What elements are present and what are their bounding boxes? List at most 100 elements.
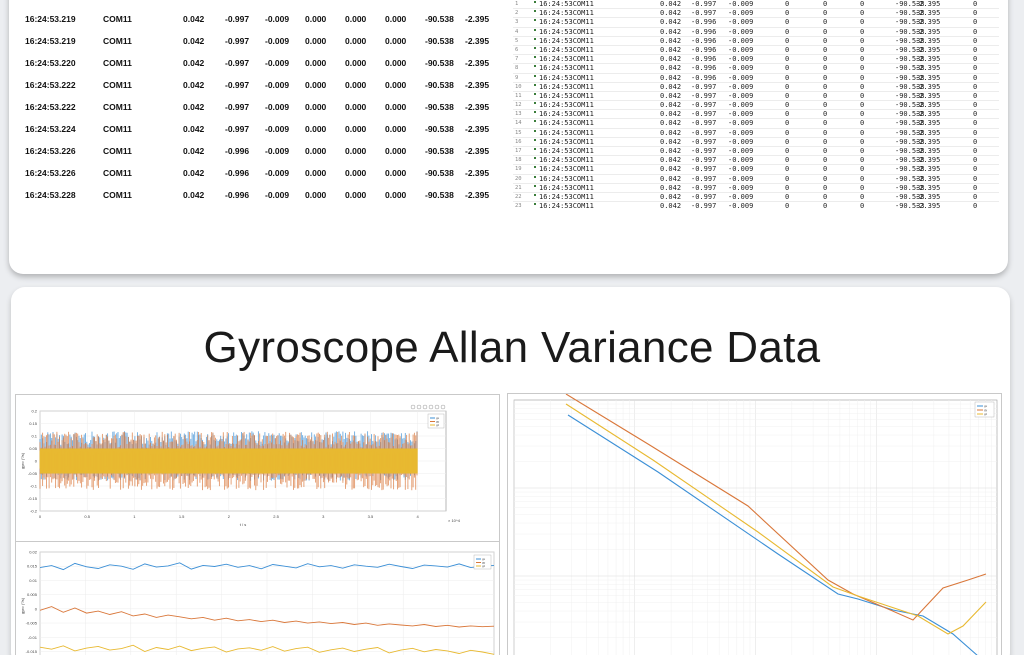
log-row: 16:24:53.226 COM11 0.042 -0.996 -0.009 0.000 0… (25, 162, 507, 184)
log-cell: 0.000 (305, 190, 327, 200)
sheet-cell: 16:24:53COM11 (539, 45, 594, 54)
sheet-cell: 0 (860, 18, 865, 27)
sheet-cell: 16:24:53COM11 (539, 101, 594, 110)
sheet-cell: -2.395 (915, 0, 941, 8)
legend: gxgygz (427, 413, 445, 429)
sheet-cell: 0.042 (660, 0, 682, 8)
sheet-cell: 0.042 (660, 36, 682, 45)
sheet-cell: -0.997 (691, 137, 717, 146)
log-cell: 0.000 (385, 36, 407, 46)
log-cell: COM11 (103, 146, 132, 156)
sheet-cell: -0.996 (691, 45, 717, 54)
sheet-cell: 0 (973, 73, 978, 82)
sheet-cell: 0 (823, 110, 828, 119)
log-cell: 0.000 (385, 0, 406, 2)
sheet-cell: -2.395 (915, 36, 941, 45)
y-tick-label: 0.15 (29, 421, 38, 426)
sheet-cell: 0.042 (660, 55, 682, 64)
log-cell: -90.538 (425, 168, 454, 178)
sheet-cell: -2.395 (915, 91, 941, 100)
sheet-cell: 0 (860, 174, 865, 183)
allan-deviation-chart: gxgygz (513, 394, 998, 655)
sheet-cell: 0 (860, 183, 865, 192)
log-cell: COM11 (103, 190, 132, 200)
x-axis-label: t / s (240, 522, 246, 527)
averaged-gyro-chart: 0.020.0150.010.0050-0.005-0.01-0.0150204… (20, 550, 495, 655)
toolbar-icon (422, 404, 428, 410)
sheet-cell: 0 (823, 91, 828, 100)
row-number: 16 (515, 138, 522, 145)
sheet-cell: 16:24:53COM11 (539, 55, 594, 64)
log-cell: 0.000 (345, 102, 367, 112)
sheet-cell: 0.042 (660, 18, 682, 27)
sheet-cell: 0.042 (660, 165, 682, 174)
sheet-cell: -0.996 (691, 64, 717, 73)
log-cell: 0.042 (183, 14, 205, 24)
row-number: 21 (515, 184, 522, 191)
cell-marker-icon (534, 129, 536, 132)
sheet-cell: 0 (785, 91, 790, 100)
sheet-cell: 0 (823, 202, 828, 210)
log-cell: -2.395 (465, 168, 490, 178)
sheet-cell: 0 (823, 165, 828, 174)
log-cell: COM11 (103, 168, 132, 178)
sheet-cell: 16:24:53COM11 (539, 18, 594, 27)
sheet-cell: 0 (785, 202, 790, 210)
sheet-cell: -0.997 (691, 192, 717, 201)
sheet-cell: 0 (973, 55, 978, 64)
sheet-cell: -2.395 (915, 18, 941, 27)
y-tick-label: 0.015 (27, 564, 38, 569)
sheet-cell: -2.395 (915, 137, 941, 146)
sheet-row: 4 16:24:53COM11 0.042 -0.996 -0.009 0 0 0 -90.53… (513, 28, 999, 37)
sheet-cell: 0 (973, 174, 978, 183)
row-number: 10 (515, 83, 522, 90)
serial-log-card: 16:24:53.219 COM11 0.042 -0.997 -0.009 0.000 0… (9, 0, 1008, 274)
sheet-cell: 0 (860, 202, 865, 210)
log-cell: COM11 (103, 102, 132, 112)
row-number: 8 (515, 65, 519, 72)
x-tick-label: 0 (39, 514, 42, 519)
log-cell: -0.009 (265, 0, 289, 2)
log-cell: -90.538 (425, 124, 454, 134)
cell-marker-icon (534, 46, 536, 49)
sheet-cell: -0.996 (691, 36, 717, 45)
cell-marker-icon (534, 37, 536, 40)
log-cell: 0.000 (385, 190, 407, 200)
log-cell: 0.000 (305, 124, 327, 134)
row-number: 9 (515, 74, 519, 81)
toolbar-icon (410, 404, 416, 410)
log-cell: 16:24:53.219 (25, 14, 76, 24)
sheet-cell: 0 (823, 64, 828, 73)
sheet-row: 5 16:24:53COM11 0.042 -0.996 -0.009 0 0 0 -90.53… (513, 37, 999, 46)
y-tick-label: -0.2 (30, 509, 38, 514)
serial-monitor-log[interactable]: 16:24:53.219 COM11 0.042 -0.997 -0.009 0.000 0… (25, 0, 507, 210)
sheet-cell: -0.997 (691, 91, 717, 100)
sheet-cell: 0.042 (660, 64, 682, 73)
sheet-row: 19 16:24:53COM11 0.042 -0.997 -0.009 0 0 0 -90.5… (513, 165, 999, 175)
sheet-cell: 0 (860, 91, 865, 100)
sheet-cell: -2.395 (915, 156, 941, 165)
cell-marker-icon (534, 102, 536, 105)
spreadsheet-log[interactable]: 1 16:24:53COM11 0.042 -0.997 -0.009 0 0 0 -90.53… (513, 0, 999, 210)
log-cell: 0.000 (345, 190, 367, 200)
sheet-cell: 0 (785, 137, 790, 146)
log-cell: -90.538 (425, 102, 454, 112)
sheet-cell: -0.009 (728, 128, 754, 137)
sheet-cell: 0 (973, 0, 978, 8)
log-cell: -90.538 (425, 14, 454, 24)
sheet-row: 10 16:24:53COM11 0.042 -0.997 -0.009 0 0 0 -90.5… (513, 83, 999, 92)
log-cell: -2.395 (465, 124, 490, 134)
sheet-cell: 0 (785, 183, 790, 192)
sheet-cell: 0 (973, 27, 978, 36)
sheet-cell: -2.395 (915, 101, 941, 110)
sheet-cell: 0.042 (660, 110, 682, 119)
sheet-cell: -0.009 (728, 18, 754, 27)
log-row: 16:24:53.228COM110.042-0.996-0.0090.0000… (25, 206, 507, 210)
sheet-cell: 0.042 (660, 137, 682, 146)
y-tick-label: 0.05 (29, 446, 38, 451)
sheet-cell: -2.395 (915, 45, 941, 54)
row-number: 14 (515, 120, 522, 127)
log-cell: -90.538 (425, 0, 454, 2)
sheet-cell: 0 (785, 110, 790, 119)
sheet-cell: -2.395 (915, 183, 941, 192)
